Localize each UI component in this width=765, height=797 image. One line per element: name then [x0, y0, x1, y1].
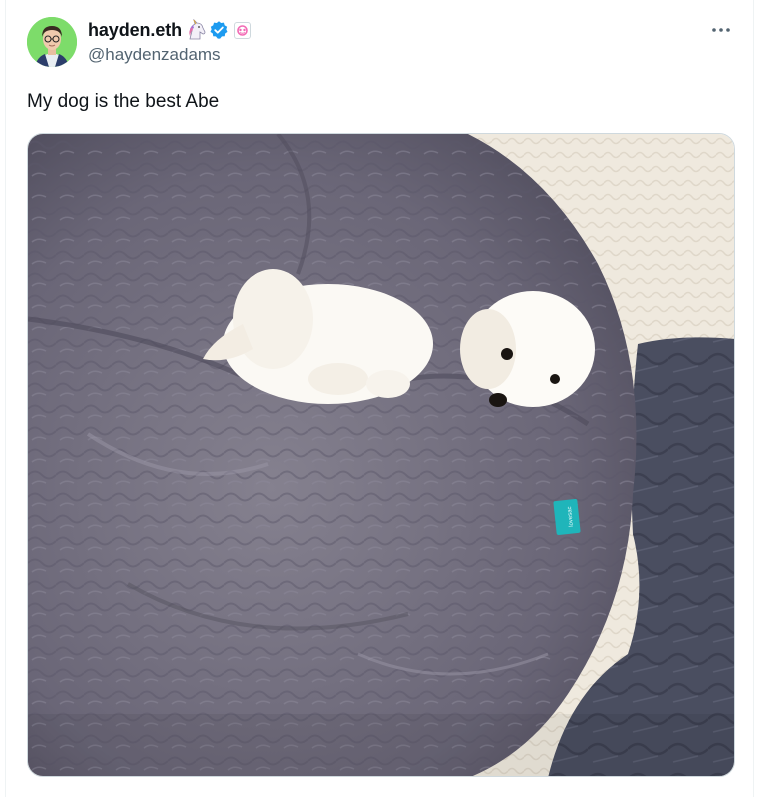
unicorn-icon — [187, 18, 207, 41]
author-handle[interactable]: @haydenzadams — [88, 45, 221, 65]
tweet-text: My dog is the best Abe — [27, 91, 220, 112]
bag-tag: lovesac — [553, 499, 581, 535]
tweet-card[interactable]: hayden.eth @haydenzadams My dog is the b… — [5, 0, 754, 797]
more-options-button[interactable] — [706, 18, 736, 42]
more-icon — [712, 28, 730, 32]
avatar[interactable] — [27, 17, 77, 67]
author-name-row: hayden.eth — [88, 18, 252, 42]
tweet-photo[interactable]: lovesac — [27, 133, 735, 777]
verified-icon[interactable] — [209, 20, 229, 40]
display-name[interactable]: hayden.eth — [88, 20, 182, 41]
affiliate-badge[interactable] — [234, 21, 252, 39]
